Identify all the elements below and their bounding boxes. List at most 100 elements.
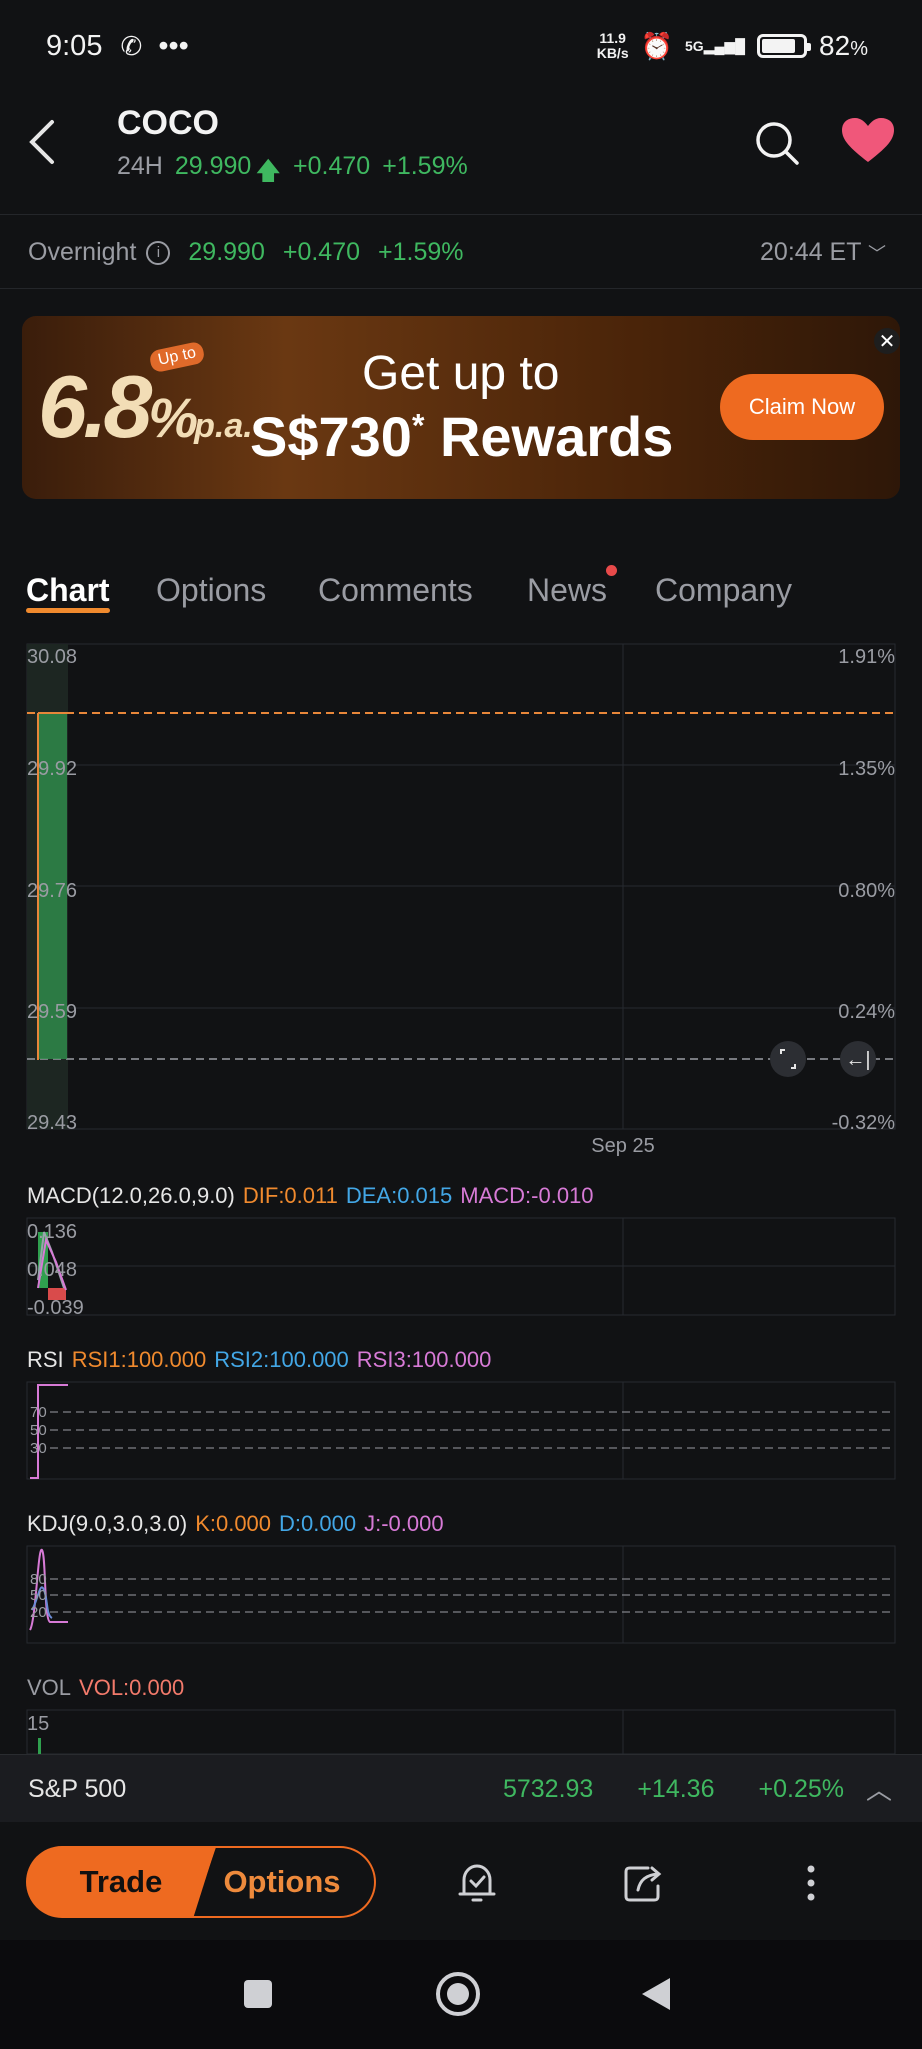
pct-tick: -0.32%: [832, 1112, 896, 1134]
pct-tick: 0.24%: [838, 1001, 895, 1023]
claim-now-button[interactable]: Claim Now: [720, 374, 884, 440]
tab-comments[interactable]: Comments: [318, 572, 473, 609]
promo-banner[interactable]: 6.8%p.a. Up to Get up to S$730* Rewards …: [22, 316, 900, 499]
scroll-to-start-button[interactable]: ←|: [840, 1041, 876, 1077]
banner-headline: Get up to: [362, 347, 560, 400]
tab-options[interactable]: Options: [156, 572, 266, 609]
macd-dif: DIF:0.011: [242, 1183, 338, 1208]
speed-unit: KB/s: [596, 45, 629, 61]
up-arrow-icon: 🡅: [255, 157, 282, 185]
rsi-legend[interactable]: RSI RSI1:100.000 RSI2:100.000 RSI3:100.0…: [27, 1347, 491, 1373]
vol-tick: 15: [27, 1713, 49, 1735]
rsi-tick: 30: [30, 1440, 47, 1457]
macd-dea: DEA:0.015: [345, 1183, 453, 1208]
search-button[interactable]: [752, 118, 802, 168]
banner-rate-unit: %: [148, 386, 198, 449]
signal-icon: 5G▂▄▆█: [684, 37, 746, 54]
price-tick: 29.59: [27, 1001, 77, 1023]
overnight-time-selector[interactable]: 20:44 ET ﹀: [760, 238, 886, 267]
macd-tick: 0.136: [27, 1221, 77, 1243]
index-change: +14.36: [637, 1775, 715, 1803]
banner-rate-suffix: p.a.: [194, 407, 253, 445]
macd-tick: 0.048: [27, 1259, 77, 1281]
more-notifications-icon: •••: [158, 30, 189, 62]
heart-icon: [842, 118, 894, 162]
banner-reward-amount: S$730: [250, 405, 412, 468]
pct-tick: 1.91%: [838, 646, 895, 668]
alarm-off-icon: ⏰: [640, 30, 673, 61]
vol-pane-frame: [26, 1709, 896, 1754]
vol-legend[interactable]: VOL VOL:0.000: [27, 1675, 184, 1701]
macd-tick: -0.039: [27, 1297, 84, 1319]
pct-tick: 1.35%: [838, 758, 895, 780]
rsi-tick: 70: [30, 1404, 47, 1421]
battery-percent: 82: [819, 30, 851, 61]
arrow-to-edge-icon: ←|: [845, 1049, 870, 1071]
kdj-k: K:0.000: [195, 1511, 272, 1536]
fullscreen-button[interactable]: [770, 1041, 806, 1077]
overnight-quote: Overnight i 29.990 +0.470 +1.59%: [28, 238, 464, 267]
status-time-text: 9:05: [46, 30, 103, 62]
overnight-label: Overnight: [28, 238, 137, 266]
vol-bar: [38, 1738, 41, 1754]
banner-rate-value: 6.8: [38, 357, 152, 456]
session-label: 24H: [117, 152, 163, 180]
home-icon[interactable]: [434, 1970, 482, 2018]
price-tick: 29.43: [27, 1112, 77, 1134]
network-speed: 11.9 KB/s: [597, 31, 629, 61]
close-icon[interactable]: ✕: [874, 328, 900, 354]
battery-icon: [757, 34, 812, 58]
macd-name: MACD(12.0,26.0,9.0): [27, 1183, 235, 1208]
status-icons: 11.9 KB/s ⏰ 5G▂▄▆█ 82%: [597, 30, 868, 62]
x-axis-date: Sep 25: [591, 1135, 654, 1157]
kdj-legend[interactable]: KDJ(9.0,3.0,3.0) K:0.000 D:0.000 J:-0.00…: [27, 1511, 444, 1537]
overnight-price: 29.990: [188, 238, 265, 266]
price-tick: 29.76: [27, 880, 77, 902]
price-tick: 29.92: [27, 758, 77, 780]
quote-price: 29.990: [174, 152, 252, 180]
more-options-icon[interactable]: [786, 1858, 836, 1908]
favorite-button[interactable]: [840, 116, 896, 166]
kdj-j: J:-0.000: [364, 1511, 444, 1536]
banner-reward-text: Rewards: [439, 405, 674, 468]
chevron-left-icon: [29, 120, 54, 164]
vol-value: VOL:0.000: [79, 1675, 185, 1700]
rsi1-value: RSI1:100.000: [71, 1347, 207, 1372]
status-time: 9:05 ✆ •••: [46, 30, 189, 63]
share-icon[interactable]: [618, 1858, 668, 1908]
back-nav-icon[interactable]: [636, 1974, 676, 2014]
index-values: 5732.93 +14.36 +0.25%: [503, 1775, 844, 1804]
kdj-name: KDJ(9.0,3.0,3.0): [27, 1511, 188, 1536]
quote-24h: 24H 29.990 🡅 +0.470 +1.59%: [117, 152, 468, 195]
overnight-time: 20:44 ET: [760, 238, 862, 266]
back-button[interactable]: [22, 112, 70, 172]
index-name: S&P 500: [28, 1775, 127, 1803]
banner-reward-mark: *: [411, 407, 425, 444]
price-alert-icon[interactable]: [452, 1858, 502, 1908]
chevron-down-icon: ﹀: [868, 244, 886, 264]
banner-reward: S$730* Rewards: [250, 404, 673, 469]
whatsapp-icon: ✆: [120, 31, 143, 61]
kdj-tick: 80: [30, 1571, 47, 1588]
kdj-d: D:0.000: [279, 1511, 357, 1536]
divider: [0, 214, 922, 215]
network-type: 5G: [684, 37, 704, 54]
overnight-change: +0.470: [282, 238, 361, 266]
banner-rate: 6.8%p.a.: [38, 356, 253, 458]
active-tab-indicator: [26, 608, 110, 613]
search-icon: [756, 122, 799, 165]
tab-news[interactable]: News: [527, 572, 607, 609]
recent-apps-icon[interactable]: [240, 1976, 276, 2012]
speed-value: 11.9: [599, 30, 626, 46]
chevron-up-icon[interactable]: ︿: [866, 1770, 892, 1807]
battery-unit: %: [850, 38, 868, 60]
tab-chart[interactable]: Chart: [26, 572, 110, 609]
overnight-change-pct: +1.59%: [378, 238, 464, 266]
macd-legend[interactable]: MACD(12.0,26.0,9.0) DIF:0.011 DEA:0.015 …: [27, 1183, 594, 1209]
divider: [0, 288, 922, 289]
price-tick: 30.08: [27, 646, 77, 668]
info-icon[interactable]: i: [146, 240, 171, 265]
tab-company[interactable]: Company: [655, 572, 792, 609]
battery-fill: [762, 39, 795, 53]
pct-tick: 0.80%: [838, 880, 895, 902]
